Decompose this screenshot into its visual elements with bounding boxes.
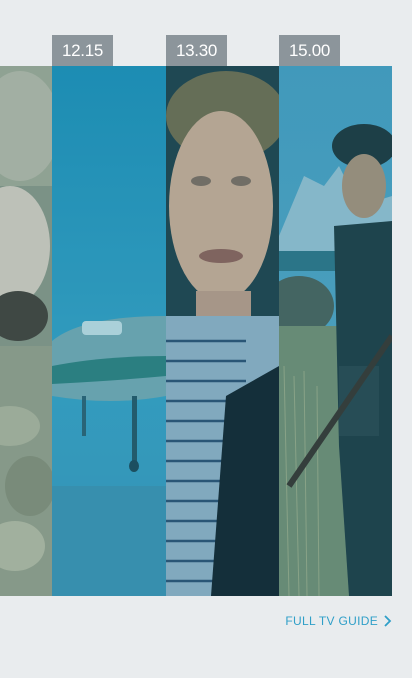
time-slot-1215[interactable]: 12.15 — [52, 35, 114, 66]
programme-image-portrait[interactable] — [166, 66, 279, 596]
time-slot-1500[interactable]: 15.00 — [279, 35, 341, 66]
full-tv-guide-link[interactable]: FULL TV GUIDE — [285, 614, 392, 628]
programme-image-soldier[interactable] — [0, 66, 52, 596]
full-tv-guide-label: FULL TV GUIDE — [285, 614, 378, 628]
programme-image-aircraft[interactable] — [52, 66, 166, 596]
time-label: 13.30 — [176, 41, 218, 60]
schedule-strip — [0, 66, 392, 596]
time-slot-1330[interactable]: 13.30 — [166, 35, 228, 66]
chevron-right-icon — [384, 615, 392, 627]
programme-image-hunter[interactable] — [279, 66, 392, 596]
time-label: 15.00 — [289, 41, 331, 60]
time-label: 12.15 — [62, 41, 104, 60]
